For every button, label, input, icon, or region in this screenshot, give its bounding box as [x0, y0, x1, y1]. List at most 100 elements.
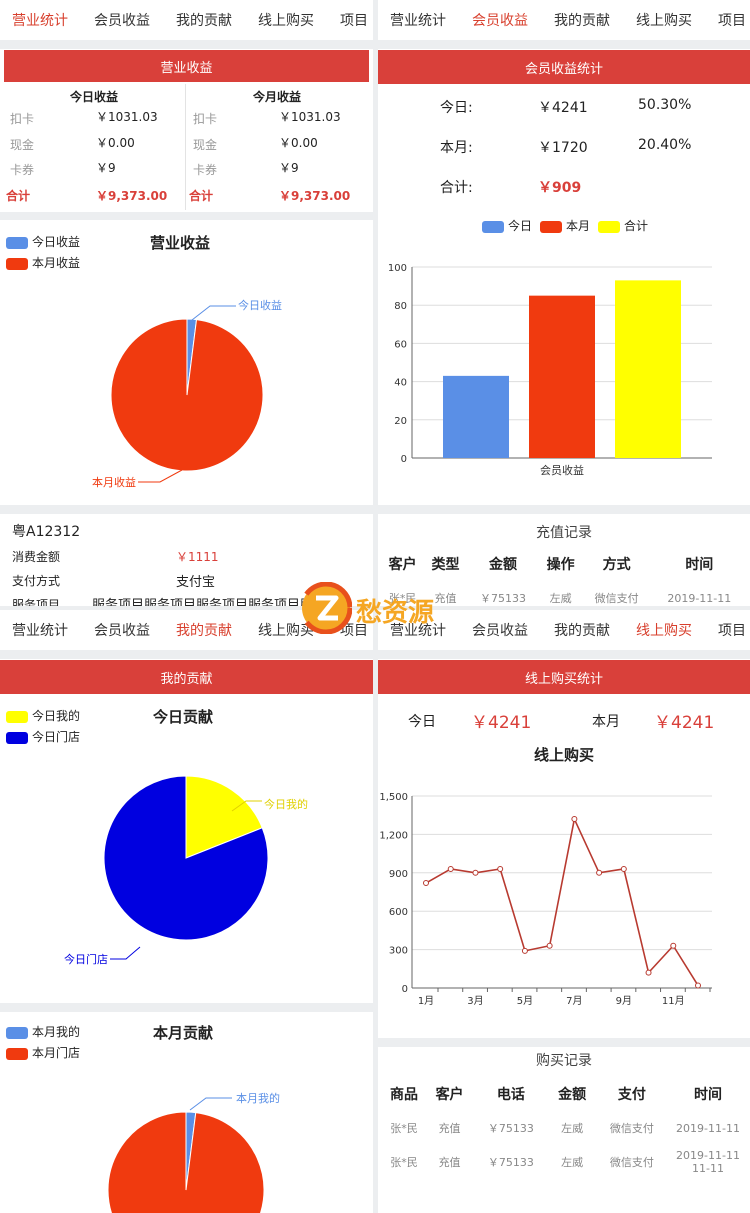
tab-online[interactable]: 线上购买 [258, 10, 314, 30]
tab-contribution[interactable]: 我的贡献 [554, 10, 610, 30]
tab-contribution[interactable]: 我的贡献 [554, 620, 610, 640]
tab-project[interactable]: 项目 [718, 10, 746, 30]
tab-contribution[interactable]: 我的贡献 [176, 620, 232, 640]
total-label: 合计 [189, 189, 214, 203]
data-point[interactable] [571, 816, 578, 823]
legend-item[interactable]: 今日 [482, 217, 532, 234]
today-value: ￥4241 [471, 713, 532, 733]
table-row[interactable]: 张*民 充值 ￥75133 左威 微信支付 2019-11-11 11-11 [382, 1146, 748, 1178]
cell: 微信支付 [609, 1122, 654, 1135]
cell: ￥75133 [480, 592, 527, 605]
y-tick-label: 20 [394, 416, 407, 427]
data-point[interactable] [645, 969, 652, 976]
tab-bar: 营业统计 会员收益 我的贡献 线上购买 项目 [378, 0, 750, 40]
tab-business[interactable]: 营业统计 [390, 10, 446, 30]
y-tick-label: 900 [389, 869, 408, 880]
series-line[interactable] [425, 816, 699, 986]
tab-member[interactable]: 会员收益 [472, 10, 528, 30]
tab-member[interactable]: 会员收益 [94, 620, 150, 640]
record-value: 服务项目服务项目服务项目服务项目服务 [92, 598, 327, 606]
tab-member[interactable]: 会员收益 [472, 620, 528, 640]
tab-online[interactable]: 线上购买 [636, 620, 692, 640]
pie-label: 本月我的 [236, 1091, 280, 1105]
data-point[interactable] [447, 865, 454, 872]
legend-label: 今日门店 [32, 730, 81, 744]
y-tick-label: 1,200 [379, 830, 408, 841]
bar[interactable] [615, 280, 681, 458]
legend-item[interactable]: 本月 [540, 217, 590, 234]
pie-label: 本月收益 [92, 475, 136, 489]
pie-label: 今日我的 [264, 797, 308, 811]
data-point[interactable] [546, 942, 553, 949]
tab-member[interactable]: 会员收益 [94, 10, 150, 30]
legend-item[interactable]: 今日我的 [6, 707, 80, 724]
record-title: 充值记录 [536, 525, 592, 541]
legend-item[interactable]: 今日门店 [6, 728, 80, 745]
col-header: 电话 [496, 1087, 525, 1103]
y-tick-label: 600 [389, 907, 408, 918]
row-label: 现金 [193, 138, 218, 152]
legend-label: 今日 [508, 219, 533, 233]
cell: 微信支付 [609, 1156, 654, 1169]
pie-label: 今日收益 [238, 298, 282, 312]
row-value: ￥0.00 [96, 136, 135, 150]
record-title: 购买记录 [536, 1053, 592, 1069]
panel-online: 营业统计 会员收益 我的贡献 线上购买 项目 线上购买统计 今日 ￥4241 本… [378, 610, 750, 1213]
cell: 2019-11-11 11-11 [676, 1149, 740, 1175]
tab-project[interactable]: 项目 [718, 620, 746, 640]
data-point[interactable] [620, 865, 627, 872]
bar[interactable] [443, 375, 509, 458]
data-point[interactable] [670, 942, 677, 949]
tab-online[interactable]: 线上购买 [636, 10, 692, 30]
row-label: 卡券 [193, 163, 218, 177]
today-income-col: 今日收益 扣卡 ￥1031.03 现金 ￥0.00 卡券 ￥9 合计 ￥9,37… [4, 84, 184, 210]
data-point[interactable] [695, 982, 701, 989]
y-tick-label: 80 [394, 301, 407, 312]
x-tick-label: 11月 [662, 995, 685, 1007]
y-tick-label: 40 [394, 378, 407, 389]
purchase-table: 商品 客户 电话 金额 支付 时间 张*民 充值 ￥75133 左威 微信支付 … [382, 1078, 748, 1178]
table-row[interactable]: 张*民 充值 ￥75133 左威 微信支付 2019-11-11 [382, 1110, 748, 1146]
table-header-row: 客户 类型 金额 操作 方式 时间 [382, 548, 748, 580]
data-point[interactable] [497, 865, 504, 872]
cell: 左威 [549, 592, 572, 605]
col-header: 客户 [435, 1087, 464, 1103]
tab-business[interactable]: 营业统计 [12, 620, 68, 640]
data-point[interactable] [596, 869, 603, 876]
data-point[interactable] [521, 947, 528, 954]
legend-item[interactable]: 本月我的 [6, 1023, 80, 1040]
stat-percent: 20.40% [638, 137, 692, 153]
legend-item[interactable]: 合计 [598, 217, 648, 234]
pie-slice[interactable] [107, 1111, 265, 1213]
watermark: 愁资源 [300, 582, 460, 634]
x-tick-label: 5月 [517, 995, 533, 1007]
legend-label: 本月门店 [32, 1046, 81, 1060]
row-value: ￥9 [279, 161, 299, 175]
col-header: 时间 [694, 1087, 722, 1103]
tab-contribution[interactable]: 我的贡献 [176, 10, 232, 30]
data-point[interactable] [472, 869, 479, 876]
col-header: 金额 [558, 1087, 587, 1103]
data-point[interactable] [423, 880, 429, 887]
row-value: ￥1031.03 [279, 110, 341, 124]
record-label: 消费金额 [12, 550, 61, 564]
row-label: 现金 [10, 138, 35, 152]
total-label: 合计 [6, 189, 31, 203]
section-header: 会员收益统计 [378, 50, 750, 84]
stat-label: 今日: [440, 100, 473, 116]
member-bar-chart: 0 20 40 60 80 100 会员收益 [388, 263, 712, 477]
record-label: 支付方式 [12, 574, 61, 588]
panel-member: 营业统计 会员收益 我的贡献 线上购买 项目 会员收益统计 今日: ￥4241 … [378, 0, 750, 606]
pie-slice[interactable] [110, 318, 264, 472]
col-header: 方式 [602, 557, 631, 573]
tab-bar: 营业统计 会员收益 我的贡献 线上购买 项目 [0, 0, 373, 40]
leader-line [189, 1097, 232, 1111]
x-axis-label: 会员收益 [540, 463, 584, 477]
plate-number: 粤A12312 [12, 524, 81, 540]
today-label: 今日 [408, 714, 436, 730]
tab-project[interactable]: 项目 [340, 10, 368, 30]
table-header-row: 商品 客户 电话 金额 支付 时间 [382, 1078, 748, 1110]
tab-business[interactable]: 营业统计 [12, 10, 68, 30]
legend-item[interactable]: 本月门店 [6, 1044, 80, 1061]
bar[interactable] [529, 295, 595, 458]
